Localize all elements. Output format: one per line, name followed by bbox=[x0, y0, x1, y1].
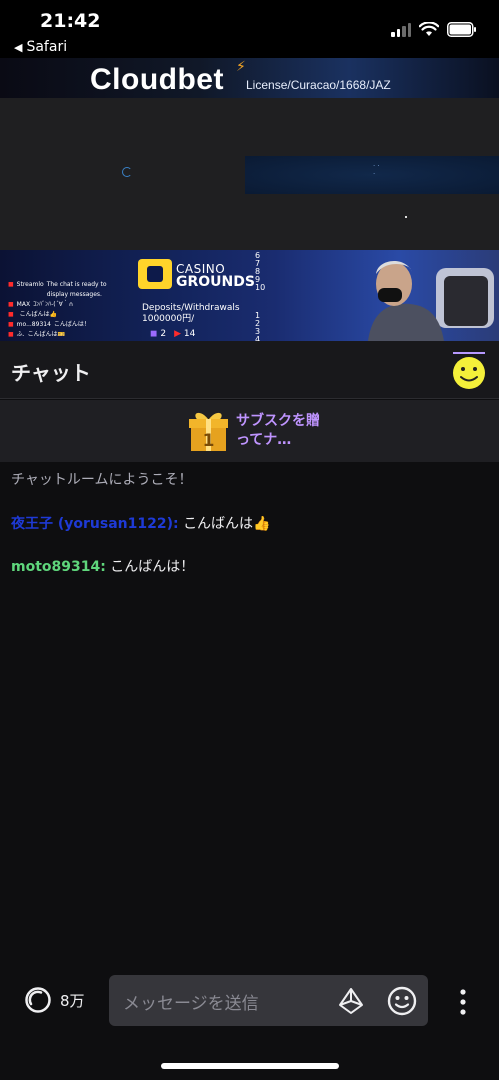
overlay-chat-line: ■ mo...89314 こんばんは！ bbox=[8, 321, 90, 328]
twitch-count: ◼ 2 bbox=[150, 329, 167, 339]
chat-header: チャット bbox=[0, 341, 499, 399]
welcome-message: チャットルームにようこそ！ bbox=[11, 472, 193, 488]
vertical-dots-icon[interactable] bbox=[454, 988, 472, 1016]
cellular-signal-icon bbox=[391, 22, 411, 37]
brand-bottom-text: GROUNDS bbox=[176, 274, 255, 290]
overlay-numbers-top: 6 7 8 9 10 bbox=[255, 251, 266, 292]
gift-box-icon: 1 bbox=[189, 412, 228, 451]
message-input[interactable]: メッセージを送信 bbox=[109, 975, 428, 1026]
gift-sub-banner[interactable]: 1 サブスクを贈ってナ… bbox=[0, 400, 499, 462]
streamer-webcam bbox=[368, 260, 494, 341]
deposits-info: Deposits/Withdrawals 1000000円/ bbox=[142, 303, 240, 325]
platform-counts: ◼ 2 ▶ 14 bbox=[150, 329, 195, 339]
chat-message: 夜王子 (yorusan1122): こんばんは👍 bbox=[11, 514, 271, 534]
chat-message-list[interactable]: チャットルームにようこそ！ 夜王子 (yorusan1122): こんばんは👍 … bbox=[0, 462, 499, 972]
wifi-icon bbox=[419, 22, 439, 36]
casino-grounds-logo-icon bbox=[138, 259, 172, 289]
home-indicator[interactable] bbox=[161, 1063, 339, 1069]
deposits-value: 1000000円/ bbox=[142, 314, 195, 324]
deposits-label: Deposits/Withdrawals bbox=[142, 303, 240, 313]
chat-message: moto89314: こんばんは！ bbox=[11, 557, 194, 577]
bits-diamond-icon[interactable] bbox=[338, 987, 364, 1015]
svg-text:1: 1 bbox=[203, 431, 215, 451]
chat-username[interactable]: moto89314: bbox=[11, 559, 106, 575]
message-input-placeholder: メッセージを送信 bbox=[123, 994, 259, 1014]
chat-username[interactable]: 夜王子 (yorusan1122): bbox=[11, 516, 179, 532]
chat-input-bar: 8万 メッセージを送信 bbox=[0, 972, 499, 1080]
battery-icon bbox=[447, 22, 476, 37]
overlay-chat-line: ■ ふ. こんばんは🎫 bbox=[8, 331, 66, 338]
overlay-chat: ■ Streamlo The chat is ready to display me… bbox=[8, 280, 128, 340]
viewer-count-label: 8万 bbox=[60, 991, 85, 1010]
chat-message-text: こんばんは！ bbox=[110, 559, 195, 575]
video-inset: · · · bbox=[245, 156, 499, 194]
gift-sub-label: サブスクを贈ってナ… bbox=[236, 413, 320, 448]
overlay-chat-line: ■ MAX ｺﾝﾊﾞﾝﾊ-(´∀｀∩ bbox=[8, 301, 74, 308]
smiley-face-icon[interactable] bbox=[450, 351, 488, 391]
status-bar: 21:42 ◀ Safari bbox=[0, 0, 499, 58]
viewer-count[interactable]: 8万 bbox=[24, 986, 85, 1014]
back-label: Safari bbox=[26, 39, 68, 55]
spinner-ring-icon bbox=[25, 987, 51, 1013]
twitch-icon: ◼ bbox=[150, 329, 158, 339]
status-icons bbox=[391, 22, 477, 37]
overlay-chat-line: ■ こんばんは👍 bbox=[8, 311, 58, 318]
stream-overlay: ■ Streamlo The chat is ready to display me… bbox=[0, 250, 499, 341]
chat-title: チャット bbox=[11, 361, 91, 385]
video-player[interactable]: · · · bbox=[0, 98, 499, 250]
video-speck bbox=[405, 216, 407, 218]
cloudbet-logo: Cloudbet bbox=[90, 63, 224, 96]
lightning-icon: ⚡ bbox=[236, 59, 246, 75]
smiley-emote-icon[interactable] bbox=[387, 986, 417, 1016]
sparkle-dots: · · · bbox=[373, 162, 380, 178]
license-text: License/Curacao/1668/JAZ bbox=[246, 78, 391, 92]
overlay-chat-line: ■ Streamlo The chat is ready to display me… bbox=[8, 281, 107, 298]
youtube-icon: ▶ bbox=[174, 329, 182, 339]
overlay-numbers-bottom: 1234 bbox=[255, 311, 261, 342]
youtube-count: ▶ 14 bbox=[174, 329, 196, 339]
chat-message-text: こんばんは👍 bbox=[183, 516, 271, 532]
back-to-safari-link[interactable]: ◀ Safari bbox=[14, 39, 67, 55]
status-time: 21:42 bbox=[40, 10, 101, 32]
loading-spinner-icon bbox=[122, 167, 132, 177]
back-triangle-icon: ◀ bbox=[14, 40, 23, 54]
sponsor-banner: Cloudbet ⚡ License/Curacao/1668/JAZ bbox=[0, 58, 499, 98]
